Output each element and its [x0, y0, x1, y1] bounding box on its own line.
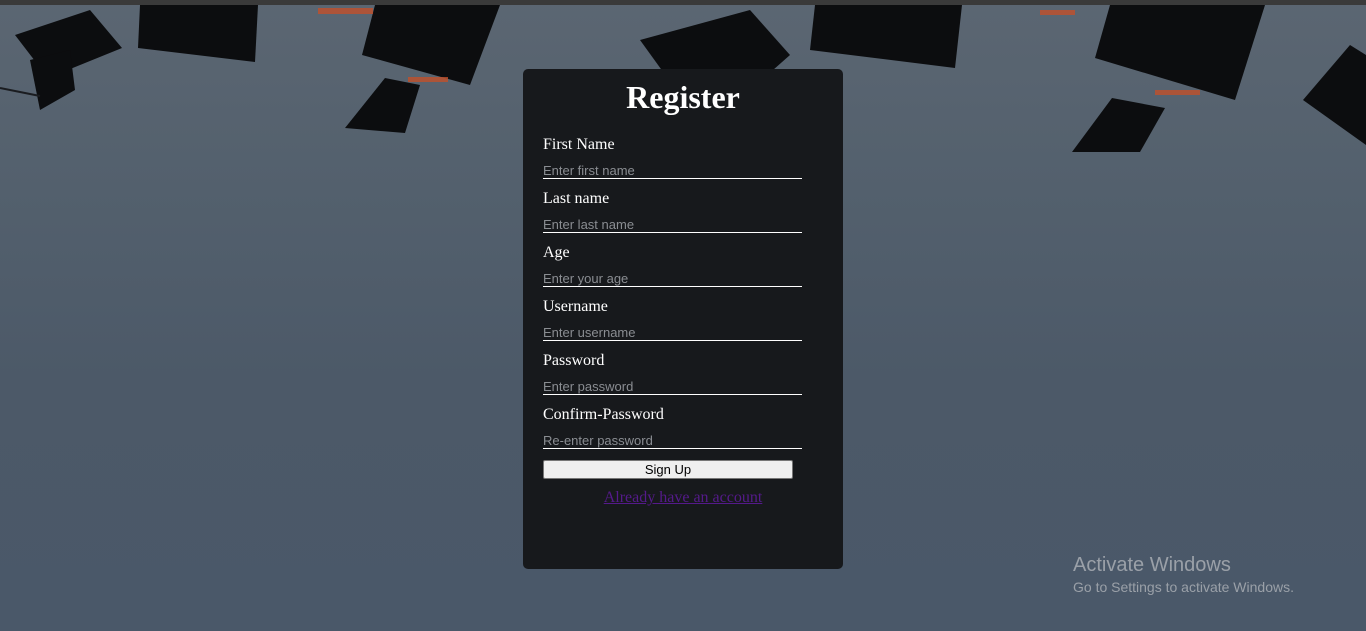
already-have-account-link[interactable]: Already have an account — [523, 489, 843, 507]
last-name-label: Last name — [543, 190, 610, 207]
activate-windows-watermark: Activate Windows Go to Settings to activ… — [1073, 553, 1294, 597]
password-input[interactable] — [543, 378, 802, 395]
first-name-group: First Name — [543, 136, 802, 179]
confirm-password-group: Confirm-Password — [543, 406, 802, 449]
confirm-password-input[interactable] — [543, 432, 802, 449]
register-card: Register First Name Last name Age Userna… — [523, 69, 843, 569]
last-name-group: Last name — [543, 190, 802, 233]
last-name-input[interactable] — [543, 216, 802, 233]
username-group: Username — [543, 298, 802, 341]
username-label: Username — [543, 298, 608, 315]
confirm-password-label: Confirm-Password — [543, 406, 664, 423]
age-input[interactable] — [543, 270, 802, 287]
page-title: Register — [626, 79, 740, 115]
watermark-subtitle: Go to Settings to activate Windows. — [1073, 579, 1294, 595]
first-name-input[interactable] — [543, 162, 802, 179]
watermark-title: Activate Windows — [1073, 554, 1231, 576]
sign-up-button[interactable]: Sign Up — [543, 460, 793, 479]
first-name-label: First Name — [543, 136, 615, 153]
age-label: Age — [543, 244, 570, 261]
age-group: Age — [543, 244, 802, 287]
password-label: Password — [543, 352, 605, 369]
password-group: Password — [543, 352, 802, 395]
username-input[interactable] — [543, 324, 802, 341]
